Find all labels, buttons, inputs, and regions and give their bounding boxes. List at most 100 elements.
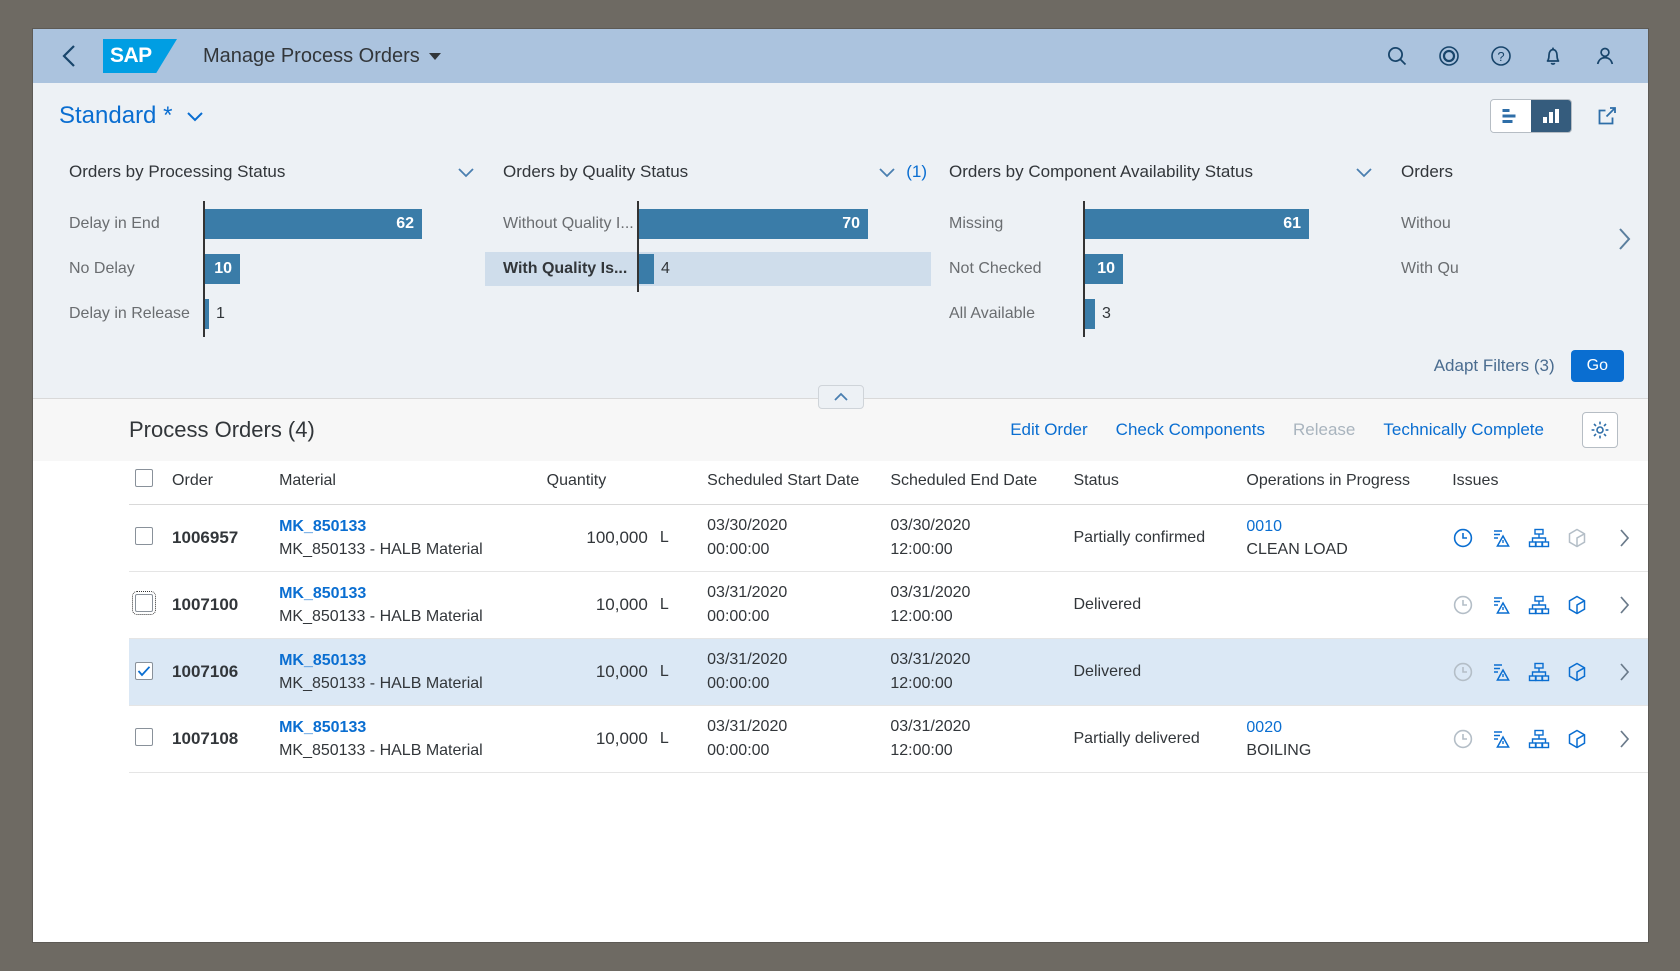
chart-quality-status: Orders by Quality Status (1) Without Qua… xyxy=(485,149,931,342)
org-chart-icon[interactable] xyxy=(1528,728,1550,750)
row-navigate-button[interactable] xyxy=(1607,528,1642,548)
chart-header: Orders by Component Availability Status xyxy=(931,157,1383,187)
package-icon[interactable] xyxy=(1566,728,1588,750)
edit-order-button[interactable]: Edit Order xyxy=(1010,420,1087,440)
sap-logo-text: SAP xyxy=(110,44,152,67)
chart-menu-button[interactable] xyxy=(1355,167,1373,178)
chart-bar-row[interactable]: Missing 61 xyxy=(931,201,1383,247)
share-button[interactable] xyxy=(1590,99,1624,133)
order-id: 1007106 xyxy=(172,662,239,681)
material-link[interactable]: MK_850133 xyxy=(279,719,535,737)
chart-bar-row[interactable]: Delay in Release 1 xyxy=(51,291,485,337)
row-checkbox[interactable] xyxy=(135,727,153,746)
cell-order: 1007108 xyxy=(166,705,274,773)
app-title[interactable]: Manage Process Orders xyxy=(203,45,441,68)
cell-operations: 0020 BOILING xyxy=(1240,705,1447,773)
column-header-order[interactable]: Order xyxy=(166,461,274,505)
bar-value-label: 4 xyxy=(661,260,670,277)
chart-bar-row[interactable]: With Qu xyxy=(1383,252,1563,286)
technically-complete-button[interactable]: Technically Complete xyxy=(1383,420,1544,440)
document-warning-icon[interactable] xyxy=(1490,527,1512,549)
go-button[interactable]: Go xyxy=(1570,350,1624,382)
chart-orders-truncated: Orders Withou With Qu xyxy=(1383,149,1563,342)
operation-number[interactable]: 0020 xyxy=(1246,719,1440,737)
search-button[interactable] xyxy=(1376,35,1418,77)
view-toggle-list[interactable] xyxy=(1491,100,1531,132)
chevron-down-icon xyxy=(428,52,441,60)
chart-menu-button[interactable] xyxy=(457,167,475,178)
table-settings-button[interactable] xyxy=(1582,412,1618,448)
row-navigate-button[interactable] xyxy=(1607,662,1642,682)
material-link[interactable]: MK_850133 xyxy=(279,585,535,603)
row-checkbox[interactable] xyxy=(135,662,153,680)
adapt-filters-link[interactable]: Adapt Filters (3) xyxy=(1434,356,1555,376)
bar-category-label: Withou xyxy=(1401,215,1451,232)
end-time: 12:00:00 xyxy=(890,675,953,692)
operation-number[interactable]: 0010 xyxy=(1246,518,1440,536)
select-all-checkbox[interactable] xyxy=(135,469,153,487)
material-link[interactable]: MK_850133 xyxy=(279,652,535,670)
package-icon[interactable] xyxy=(1566,661,1588,683)
clock-icon[interactable] xyxy=(1452,527,1474,549)
column-header-quantity[interactable]: Quantity xyxy=(540,461,654,505)
document-warning-icon[interactable] xyxy=(1490,661,1512,683)
document-warning-icon[interactable] xyxy=(1490,728,1512,750)
material-description: MK_850133 - HALB Material xyxy=(279,674,483,692)
row-checkbox[interactable] xyxy=(135,526,153,545)
table-row[interactable]: 1007100 MK_850133 MK_850133 - HALB Mater… xyxy=(129,571,1648,639)
app-title-text: Manage Process Orders xyxy=(203,44,420,67)
clock-icon xyxy=(1452,661,1474,683)
chart-bar-row-selected[interactable]: With Quality Is... 4 xyxy=(485,246,931,292)
column-header-issues[interactable]: Issues xyxy=(1446,461,1601,505)
row-navigate-button[interactable] xyxy=(1607,729,1642,749)
user-button[interactable] xyxy=(1584,35,1626,77)
package-icon[interactable] xyxy=(1566,594,1588,616)
check-icon xyxy=(137,666,151,677)
chart-bar-row[interactable]: Withou xyxy=(1383,207,1563,241)
document-warning-icon[interactable] xyxy=(1490,594,1512,616)
cell-operations xyxy=(1240,571,1447,639)
view-toggle-chart[interactable] xyxy=(1531,100,1571,132)
table-row[interactable]: 1007106 MK_850133 MK_850133 - HALB Mater… xyxy=(129,638,1648,706)
table-row[interactable]: 1006957 MK_850133 MK_850133 - HALB Mater… xyxy=(129,504,1648,572)
chart-bar-row[interactable]: Not Checked 10 xyxy=(931,246,1383,292)
org-chart-icon[interactable] xyxy=(1528,661,1550,683)
cell-scheduled-start-date: 03/31/2020 00:00:00 xyxy=(701,705,885,773)
row-checkbox[interactable] xyxy=(132,590,156,615)
help-button[interactable]: ? xyxy=(1480,35,1522,77)
table-body: 1006957 MK_850133 MK_850133 - HALB Mater… xyxy=(129,504,1648,773)
cell-status: Delivered xyxy=(1067,638,1241,706)
table-row[interactable]: 1007108 MK_850133 MK_850133 - HALB Mater… xyxy=(129,705,1648,773)
row-navigate-button[interactable] xyxy=(1607,595,1642,615)
column-header-status[interactable]: Status xyxy=(1067,461,1241,505)
column-header-scheduled-start-date[interactable]: Scheduled Start Date xyxy=(701,461,885,505)
charts-scroll-right-button[interactable] xyxy=(1610,225,1638,253)
help-icon: ? xyxy=(1491,46,1511,66)
chart-bar-row[interactable]: All Available 3 xyxy=(931,291,1383,337)
target-button[interactable] xyxy=(1428,35,1470,77)
list-view-icon xyxy=(1502,109,1516,123)
chart-bar-row[interactable]: No Delay 10 xyxy=(51,246,485,292)
material-link[interactable]: MK_850133 xyxy=(279,518,535,536)
column-header-scheduled-end-date[interactable]: Scheduled End Date xyxy=(884,461,1068,505)
check-components-button[interactable]: Check Components xyxy=(1116,420,1265,440)
back-button[interactable] xyxy=(49,36,89,76)
chart-menu-button[interactable] xyxy=(878,167,896,178)
chart-component-availability: Orders by Component Availability Status … xyxy=(931,149,1383,342)
start-time: 00:00:00 xyxy=(707,608,770,625)
chart-bar-row[interactable]: Delay in End 62 xyxy=(51,201,485,247)
cell-scheduled-end-date: 03/31/2020 12:00:00 xyxy=(884,638,1068,706)
chart-bars: Without Quality I... 70 With Quality Is.… xyxy=(485,187,931,292)
chart-bar-row[interactable]: Without Quality I... 70 xyxy=(485,201,931,247)
chart-view-icon xyxy=(1543,109,1559,123)
org-chart-icon[interactable] xyxy=(1528,527,1550,549)
start-date: 03/31/2020 xyxy=(707,651,788,668)
filter-collapse-button[interactable] xyxy=(817,385,864,409)
column-header-operations-in-progress[interactable]: Operations in Progress xyxy=(1240,461,1447,505)
column-header-material[interactable]: Material xyxy=(273,461,541,505)
org-chart-icon[interactable] xyxy=(1528,594,1550,616)
start-time: 00:00:00 xyxy=(707,541,770,558)
bar-category-label: Delay in Release xyxy=(69,305,190,322)
notifications-button[interactable] xyxy=(1532,35,1574,77)
variant-selector[interactable]: Standard * xyxy=(59,102,204,130)
